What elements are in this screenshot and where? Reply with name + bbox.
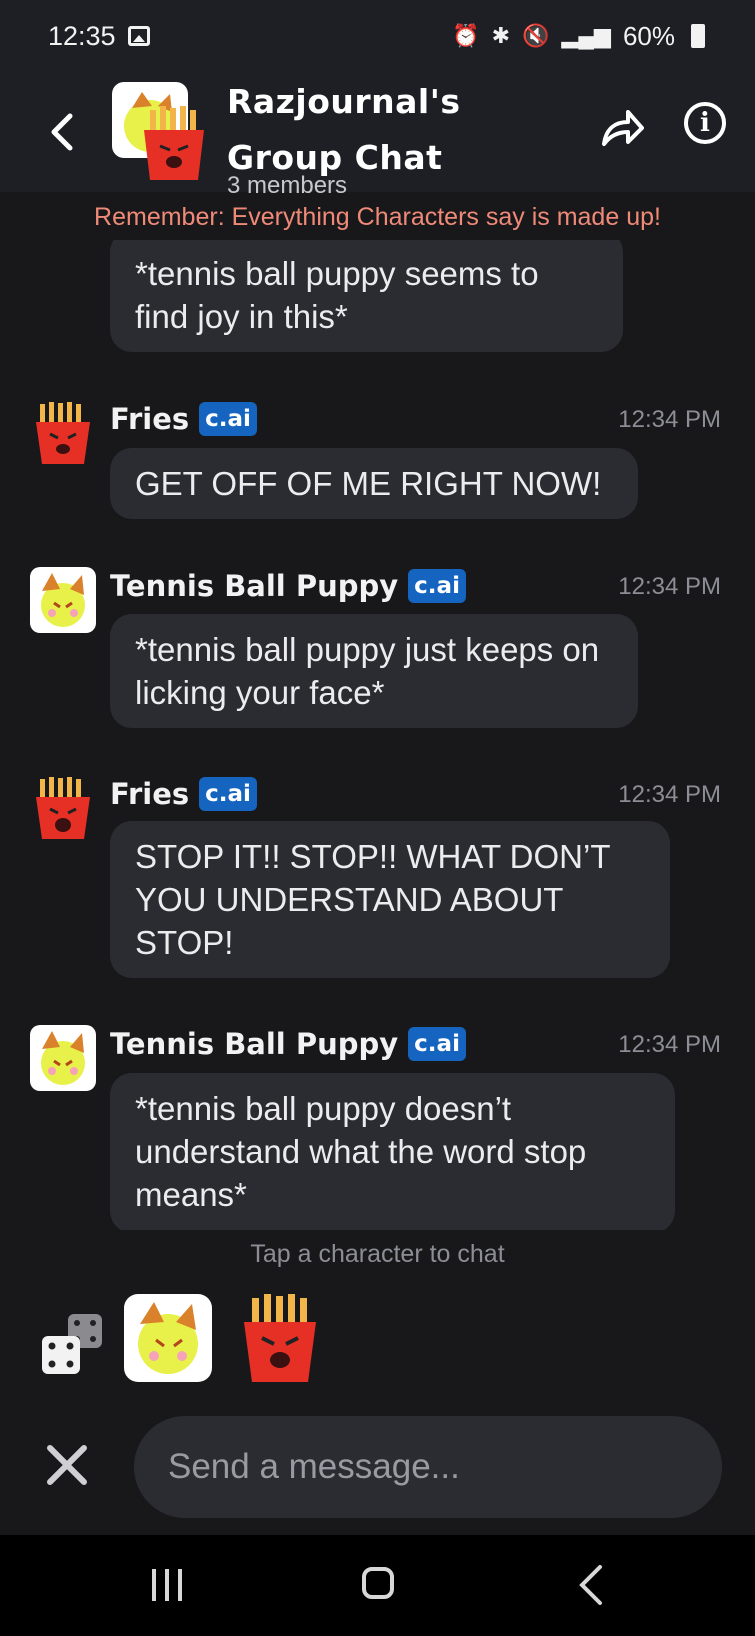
- close-button[interactable]: [44, 1442, 90, 1488]
- dice-icon: [42, 1314, 102, 1374]
- puppy-avatar[interactable]: [30, 567, 96, 633]
- author-name-text: Tennis Ball Puppy: [110, 1027, 399, 1061]
- author-name: Tennis Ball Puppy c.ai: [110, 1027, 466, 1061]
- group-avatar[interactable]: [112, 82, 212, 182]
- share-arrow-icon: [602, 110, 644, 146]
- message-time: 12:34 PM: [618, 406, 721, 433]
- status-icons: ⏰ ✱ 🔇 ▂▄▆ 60%: [452, 21, 705, 52]
- battery-percent: 60%: [622, 20, 675, 51]
- share-button[interactable]: [600, 104, 644, 154]
- message-list[interactable]: *tennis ball puppy seems to find joy in …: [0, 240, 755, 1230]
- character-tennis-ball-puppy[interactable]: [124, 1294, 212, 1382]
- mute-icon: 🔇: [522, 23, 550, 48]
- status-time: 12:35: [48, 20, 116, 51]
- puppy-avatar[interactable]: [30, 1025, 96, 1091]
- cai-badge: c.ai: [199, 777, 257, 811]
- system-back-button[interactable]: [576, 1563, 606, 1607]
- author-name-text: Tennis Ball Puppy: [110, 569, 399, 603]
- chat-title: Razjournal's Group Chat: [227, 74, 460, 186]
- system-nav-bar: [0, 1535, 755, 1636]
- back-button[interactable]: [44, 102, 80, 162]
- random-character-button[interactable]: [40, 1312, 106, 1378]
- character-fries[interactable]: [236, 1292, 324, 1384]
- chat-header: Razjournal's Group Chat 3 members i: [0, 72, 755, 199]
- message-header: Tennis Ball Puppy c.ai 12:34 PM: [0, 565, 755, 633]
- author-name-text: Fries: [110, 777, 190, 811]
- fries-avatar[interactable]: [30, 400, 96, 466]
- info-icon: i: [700, 108, 710, 138]
- message-header: Tennis Ball Puppy c.ai 12:34 PM: [0, 1023, 755, 1091]
- member-count: 3 members: [227, 172, 348, 199]
- message-time: 12:34 PM: [618, 1031, 721, 1058]
- message-bubble: GET OFF OF ME RIGHT NOW!: [110, 448, 638, 519]
- disclaimer-text: Remember: Everything Characters say is m…: [94, 203, 661, 231]
- battery-icon: [691, 24, 705, 48]
- gallery-notification-icon: [127, 26, 150, 46]
- message-bubble: *tennis ball puppy just keeps on licking…: [110, 614, 638, 728]
- cai-badge: c.ai: [199, 402, 257, 436]
- message-time: 12:34 PM: [618, 781, 721, 808]
- message-header: Fries c.ai 12:34 PM: [0, 773, 755, 839]
- character-picker: [0, 1290, 755, 1390]
- message-time: 12:34 PM: [618, 573, 721, 600]
- status-bar: 12:35 ⏰ ✱ 🔇 ▂▄▆ 60%: [0, 0, 755, 72]
- cai-badge: c.ai: [408, 569, 466, 603]
- info-button[interactable]: i: [684, 102, 726, 144]
- home-button[interactable]: [362, 1567, 394, 1599]
- cai-badge: c.ai: [408, 1027, 466, 1061]
- message-composer: [0, 1410, 755, 1530]
- fries-avatar-small: [136, 104, 212, 184]
- message-input[interactable]: [134, 1416, 722, 1518]
- back-icon: [579, 1565, 602, 1605]
- fries-avatar[interactable]: [30, 775, 96, 841]
- bluetooth-icon: ✱: [491, 23, 511, 48]
- author-name-text: Fries: [110, 402, 190, 436]
- alarm-icon: ⏰: [452, 23, 480, 48]
- message-bubble: *tennis ball puppy seems to find joy in …: [110, 240, 623, 352]
- recents-icon: [152, 1569, 182, 1601]
- tap-character-hint: Tap a character to chat: [250, 1240, 505, 1268]
- author-name: Tennis Ball Puppy c.ai: [110, 569, 466, 603]
- author-name: Fries c.ai: [110, 777, 257, 811]
- recents-button[interactable]: [150, 1567, 184, 1603]
- chat-title-line1: Razjournal's: [227, 82, 461, 121]
- message-bubble: STOP IT!! STOP!! WHAT DON’T YOU UNDERSTA…: [110, 821, 670, 978]
- author-name: Fries c.ai: [110, 402, 257, 436]
- close-icon: [47, 1445, 87, 1485]
- signal-icon: ▂▄▆: [561, 23, 611, 48]
- message-header: Fries c.ai 12:34 PM: [0, 398, 755, 464]
- chevron-left-icon: [51, 113, 73, 151]
- message-bubble: *tennis ball puppy doesn’t understand wh…: [110, 1073, 675, 1230]
